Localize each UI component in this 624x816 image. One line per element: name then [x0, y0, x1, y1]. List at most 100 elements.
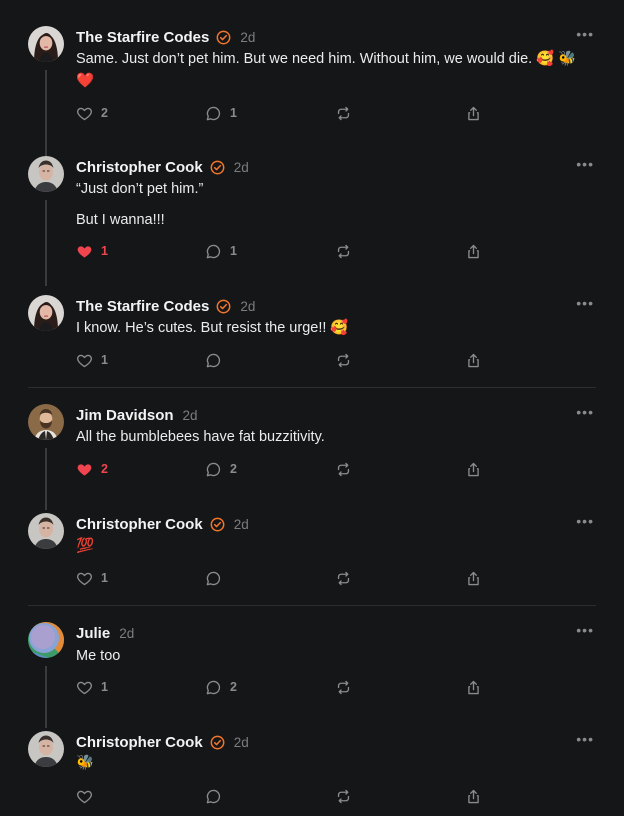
verified-badge-icon — [210, 735, 225, 750]
heart-icon — [76, 105, 93, 122]
share-button[interactable] — [465, 787, 482, 805]
more-options-icon[interactable]: ••• — [576, 295, 594, 311]
share-button[interactable] — [465, 351, 482, 369]
avatar[interactable] — [28, 731, 64, 767]
more-options-icon[interactable]: ••• — [576, 156, 594, 172]
like-count: 1 — [101, 353, 108, 367]
verified-badge-icon — [210, 160, 225, 175]
like-count: 1 — [101, 244, 108, 258]
reply-count: 1 — [230, 106, 237, 120]
like-button[interactable]: 1 — [76, 678, 108, 696]
repost-icon — [335, 105, 352, 122]
author-name[interactable]: Julie — [76, 625, 110, 642]
like-button[interactable]: 1 — [76, 569, 108, 587]
comment-icon — [205, 461, 222, 478]
reply-button[interactable]: 2 — [205, 678, 237, 696]
divider — [28, 387, 596, 388]
author-name[interactable]: Christopher Cook — [76, 516, 203, 533]
comment-icon — [205, 243, 222, 260]
share-icon — [465, 105, 482, 122]
avatar[interactable] — [28, 26, 64, 62]
verified-badge-icon — [216, 30, 231, 45]
post-text: But I wanna!!! — [76, 212, 165, 228]
heart-filled-icon — [76, 461, 93, 478]
timestamp[interactable]: 2d — [240, 30, 255, 45]
reply-button[interactable]: 1 — [205, 104, 237, 122]
share-button[interactable] — [465, 460, 482, 478]
timestamp[interactable]: 2d — [234, 735, 249, 750]
like-count: 1 — [101, 571, 108, 585]
post-text: ❤️ — [76, 73, 95, 89]
author-name[interactable]: The Starfire Codes — [76, 29, 209, 46]
thread-line — [45, 200, 47, 286]
reply-count: 1 — [230, 244, 237, 258]
share-button[interactable] — [465, 242, 482, 260]
timestamp[interactable]: 2d — [119, 626, 134, 641]
post-text: I know. He’s cutes. But resist the urge!… — [76, 320, 349, 336]
heart-icon — [76, 788, 93, 805]
verified-badge-icon — [216, 299, 231, 314]
timestamp[interactable]: 2d — [234, 160, 249, 175]
more-options-icon[interactable]: ••• — [576, 731, 594, 747]
author-name[interactable]: Jim Davidson — [76, 407, 174, 424]
post-text: All the bumblebees have fat buzzitivity. — [76, 429, 325, 445]
like-button[interactable]: 1 — [76, 242, 108, 260]
like-button[interactable]: 2 — [76, 104, 108, 122]
share-button[interactable] — [465, 678, 482, 696]
share-button[interactable] — [465, 569, 482, 587]
share-icon — [465, 570, 482, 587]
timestamp[interactable]: 2d — [240, 299, 255, 314]
like-button[interactable]: 2 — [76, 460, 108, 478]
repost-button[interactable] — [335, 351, 352, 369]
reply-count: 2 — [230, 680, 237, 694]
like-button[interactable] — [76, 787, 101, 805]
repost-button[interactable] — [335, 242, 352, 260]
more-options-icon[interactable]: ••• — [576, 513, 594, 529]
avatar[interactable] — [28, 622, 64, 658]
repost-button[interactable] — [335, 569, 352, 587]
avatar[interactable] — [28, 156, 64, 192]
post-text: Me too — [76, 648, 121, 664]
repost-button[interactable] — [335, 104, 352, 122]
repost-icon — [335, 243, 352, 260]
avatar[interactable] — [28, 295, 64, 331]
post-text: 💯 — [76, 538, 95, 554]
comment-icon — [205, 105, 222, 122]
author-name[interactable]: Christopher Cook — [76, 159, 203, 176]
timestamp[interactable]: 2d — [183, 408, 198, 423]
post-text: “Just don’t pet him.” — [76, 181, 204, 197]
reply-button[interactable] — [205, 787, 230, 805]
verified-badge-icon — [210, 517, 225, 532]
more-options-icon[interactable]: ••• — [576, 404, 594, 420]
repost-icon — [335, 679, 352, 696]
avatar[interactable] — [28, 513, 64, 549]
reply-button[interactable]: 1 — [205, 242, 237, 260]
author-name[interactable]: The Starfire Codes — [76, 298, 209, 315]
reply-button[interactable]: 2 — [205, 460, 237, 478]
heart-filled-icon — [76, 243, 93, 260]
author-name[interactable]: Christopher Cook — [76, 734, 203, 751]
post-text: 🐝 — [76, 755, 95, 771]
like-button[interactable]: 1 — [76, 351, 108, 369]
repost-button[interactable] — [335, 678, 352, 696]
repost-button[interactable] — [335, 460, 352, 478]
thread-line — [45, 666, 47, 728]
timestamp[interactable]: 2d — [234, 517, 249, 532]
share-button[interactable] — [465, 104, 482, 122]
reply-count: 2 — [230, 462, 237, 476]
repost-icon — [335, 461, 352, 478]
reply-button[interactable] — [205, 351, 230, 369]
more-options-icon[interactable]: ••• — [576, 622, 594, 638]
heart-icon — [76, 352, 93, 369]
comment-icon — [205, 352, 222, 369]
share-icon — [465, 352, 482, 369]
share-icon — [465, 788, 482, 805]
comment-icon — [205, 679, 222, 696]
more-options-icon[interactable]: ••• — [576, 26, 594, 42]
comment-icon — [205, 570, 222, 587]
avatar[interactable] — [28, 404, 64, 440]
reply-button[interactable] — [205, 569, 230, 587]
divider — [28, 605, 596, 606]
thread-line — [45, 448, 47, 510]
repost-button[interactable] — [335, 787, 352, 805]
